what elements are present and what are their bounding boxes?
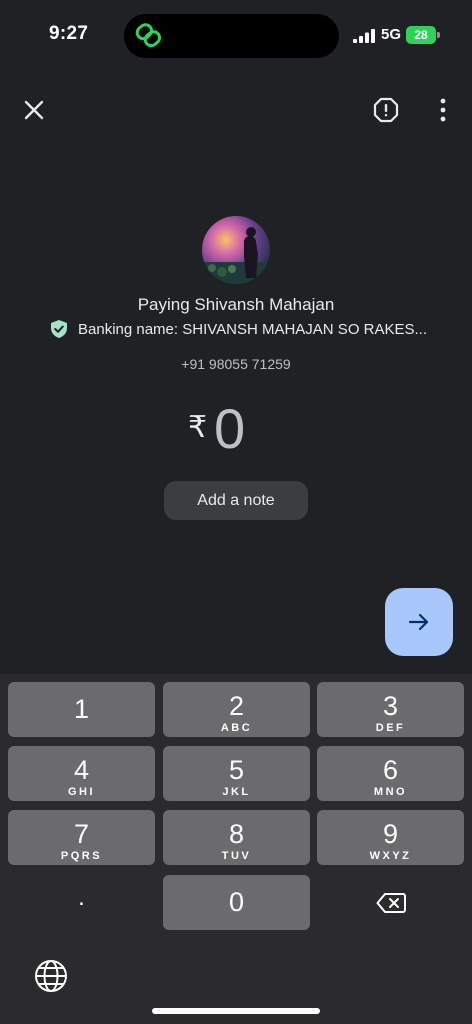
key-digit: 8	[228, 819, 245, 849]
key-digit: 9	[382, 819, 399, 849]
amount-value: 0	[214, 397, 246, 460]
payee-avatar	[202, 216, 270, 284]
key-4[interactable]: 4 GHI	[8, 746, 155, 801]
currency-symbol: ₹	[188, 411, 208, 444]
report-icon	[373, 97, 399, 123]
status-bar: 9:27 5G 28	[0, 0, 472, 70]
status-time: 9:27	[49, 23, 89, 44]
arrow-right-icon	[408, 613, 429, 631]
amount-display[interactable]: ₹ 0	[0, 396, 472, 466]
key-digit: 4	[73, 755, 90, 785]
battery-level: 28	[414, 28, 428, 42]
more-vert-icon	[440, 98, 446, 122]
key-digit: 0	[228, 887, 245, 917]
close-icon	[24, 100, 44, 120]
battery-icon: 28	[406, 26, 440, 44]
paying-label: Paying Shivansh Mahajan	[137, 295, 335, 314]
battery-tip	[437, 32, 440, 38]
numeric-keypad: 1 2 ABC 3 DEF 4 GHI 5 JKL 6 MNO 7 PQRS 8…	[0, 674, 472, 1024]
signal-icon	[353, 29, 375, 43]
key-decimal[interactable]: .	[8, 875, 155, 930]
avatar-photo	[202, 216, 270, 284]
key-1[interactable]: 1	[8, 682, 155, 737]
link-rings-icon	[135, 23, 162, 48]
key-8[interactable]: 8 TUV	[163, 810, 310, 865]
dynamic-island	[124, 14, 339, 58]
key-digit: 3	[382, 691, 399, 721]
key-9[interactable]: 9 WXYZ	[317, 810, 464, 865]
key-7[interactable]: 7 PQRS	[8, 810, 155, 865]
network-type: 5G	[381, 26, 402, 43]
close-button[interactable]	[18, 94, 50, 126]
key-5[interactable]: 5 JKL	[163, 746, 310, 801]
key-letters: DEF	[375, 722, 406, 734]
key-2[interactable]: 2 ABC	[163, 682, 310, 737]
payment-screen: 9:27 5G 28 Paying Shivansh Mahajan Banki…	[0, 0, 472, 1024]
backspace-key[interactable]	[317, 875, 464, 930]
key-letters: MNO	[373, 786, 408, 798]
banking-name: Banking name: SHIVANSH MAHAJAN SO RAKES.…	[78, 320, 428, 338]
key-letters: JKL	[222, 786, 251, 798]
key-digit: .	[78, 884, 85, 911]
key-letters: ABC	[220, 722, 253, 734]
report-button[interactable]	[370, 94, 402, 126]
key-digit: 6	[382, 755, 399, 785]
add-note-button[interactable]: Add a note	[164, 481, 308, 520]
globe-icon	[35, 960, 67, 992]
backspace-icon	[376, 892, 406, 913]
home-indicator[interactable]	[152, 1008, 320, 1014]
banking-name-row: Banking name: SHIVANSH MAHAJAN SO RAKES.…	[50, 318, 430, 340]
verified-shield-icon	[51, 320, 67, 338]
key-digit: 1	[73, 694, 90, 724]
key-letters: GHI	[67, 786, 96, 798]
key-3[interactable]: 3 DEF	[317, 682, 464, 737]
key-digit: 5	[228, 755, 245, 785]
key-6[interactable]: 6 MNO	[317, 746, 464, 801]
key-digit: 7	[73, 819, 90, 849]
payee-phone: +91 98055 71259	[181, 356, 291, 372]
key-letters: PQRS	[60, 850, 103, 862]
globe-button[interactable]	[33, 958, 69, 994]
key-letters: WXYZ	[369, 850, 412, 862]
key-digit: 2	[228, 691, 245, 721]
key-letters: TUV	[221, 850, 252, 862]
more-options-button[interactable]	[430, 94, 456, 126]
key-0[interactable]: 0	[163, 875, 310, 930]
proceed-button[interactable]	[385, 588, 453, 656]
